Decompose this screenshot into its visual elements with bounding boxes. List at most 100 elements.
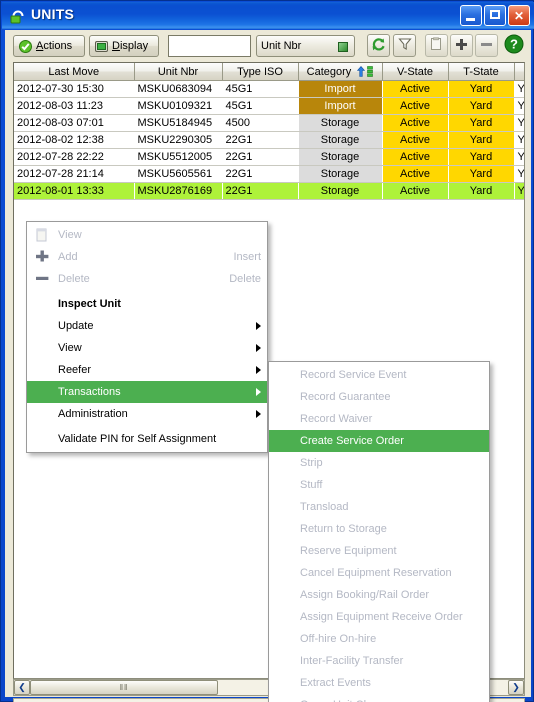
svg-text:?: ? bbox=[510, 37, 518, 52]
cell-v-state[interactable]: Active bbox=[382, 114, 448, 132]
cell-last-move[interactable]: 2012-07-28 22:22 bbox=[14, 148, 134, 166]
cell-category[interactable]: Storage bbox=[298, 148, 382, 166]
submenu-item-label: Create Service Order bbox=[300, 435, 404, 447]
plus-icon bbox=[455, 38, 468, 54]
refresh-icon bbox=[371, 37, 386, 55]
column-header-unit-nbr[interactable]: Unit Nbr bbox=[134, 63, 223, 81]
cell-category[interactable]: Storage bbox=[298, 131, 382, 149]
cell-unit-nbr[interactable]: MSKU5605561 bbox=[134, 165, 222, 183]
cell-category[interactable]: Storage bbox=[298, 165, 382, 183]
cell-extra[interactable]: Y-CY bbox=[514, 182, 524, 200]
menu-item-update[interactable]: Update bbox=[27, 315, 267, 337]
refresh-button[interactable] bbox=[367, 34, 390, 57]
cell-v-state[interactable]: Active bbox=[382, 148, 448, 166]
cell-last-move[interactable]: 2012-07-28 21:14 bbox=[14, 165, 134, 183]
cell-t-state[interactable]: Yard bbox=[448, 97, 514, 115]
table-row[interactable]: 2012-07-30 15:30 MSKU0683094 45G1 Import Act… bbox=[14, 80, 524, 98]
column-header-t-state[interactable]: T-State bbox=[448, 63, 515, 81]
table-row[interactable]: 2012-08-02 12:38 MSKU2290305 22G1 Storage Ac… bbox=[14, 131, 524, 149]
table-row[interactable]: 2012-08-03 11:23 MSKU0109321 45G1 Import Act… bbox=[14, 97, 524, 115]
column-header-extra[interactable] bbox=[514, 63, 524, 81]
cell-type-iso[interactable]: 22G1 bbox=[222, 131, 298, 149]
cell-v-state[interactable]: Active bbox=[382, 97, 448, 115]
menu-item-validate-pin-for-self-assignment[interactable]: Validate PIN for Self Assignment bbox=[27, 428, 267, 450]
menu-item-label: Add bbox=[58, 251, 78, 263]
scrollbar-thumb[interactable]: ‖‖ bbox=[30, 680, 218, 695]
help-button[interactable]: ? bbox=[503, 34, 524, 57]
cell-category[interactable]: Storage bbox=[298, 114, 382, 132]
cell-unit-nbr[interactable]: MSKU2290305 bbox=[134, 131, 222, 149]
table-row[interactable]: 2012-07-28 22:22 MSKU5512005 22G1 Storage Ac… bbox=[14, 148, 524, 166]
column-header-last-move[interactable]: Last Move bbox=[14, 63, 135, 81]
search-input[interactable] bbox=[168, 35, 251, 57]
cell-last-move[interactable]: 2012-07-30 15:30 bbox=[14, 80, 134, 98]
menu-item-view[interactable]: View bbox=[27, 337, 267, 359]
cell-last-move[interactable]: 2012-08-03 11:23 bbox=[14, 97, 134, 115]
actions-button[interactable]: Actions bbox=[13, 35, 85, 57]
chevron-left-icon: ❮ bbox=[18, 682, 26, 692]
submenu-item-create-service-order[interactable]: Create Service Order bbox=[269, 430, 489, 452]
submenu-item-label: Reserve Equipment bbox=[300, 545, 397, 557]
context-menu[interactable]: View Add Insert Delete Delete Inspect Unit Upd… bbox=[26, 221, 268, 453]
cell-v-state[interactable]: Active bbox=[382, 182, 448, 200]
cell-category[interactable]: Import bbox=[298, 80, 382, 98]
column-header-v-state[interactable]: V-State bbox=[382, 63, 449, 81]
filter-field-combo[interactable]: Unit Nbr bbox=[256, 35, 355, 57]
cell-v-state[interactable]: Active bbox=[382, 165, 448, 183]
filter-button[interactable] bbox=[393, 34, 416, 57]
chevron-down-icon bbox=[338, 42, 348, 52]
cell-type-iso[interactable]: 22G1 bbox=[222, 148, 298, 166]
table-row[interactable]: 2012-08-01 13:33 MSKU2876169 22G1 Storage Ac… bbox=[14, 182, 524, 200]
display-button[interactable]: Display bbox=[89, 35, 159, 57]
transactions-submenu[interactable]: Record Service Event Record Guarantee Reco… bbox=[268, 361, 490, 702]
cell-category[interactable]: Storage bbox=[298, 182, 382, 200]
cell-extra[interactable]: Y-CY bbox=[514, 131, 524, 149]
maximize-button[interactable] bbox=[484, 5, 506, 26]
cell-type-iso[interactable]: 45G1 bbox=[222, 80, 298, 98]
cell-last-move[interactable]: 2012-08-02 12:38 bbox=[14, 131, 134, 149]
cell-unit-nbr[interactable]: MSKU0683094 bbox=[134, 80, 222, 98]
cell-t-state[interactable]: Yard bbox=[448, 182, 514, 200]
cell-type-iso[interactable]: 22G1 bbox=[222, 165, 298, 183]
menu-item-administration[interactable]: Administration bbox=[27, 403, 267, 425]
table-row[interactable]: 2012-08-03 07:01 MSKU5184945 4500 Storage Ac… bbox=[14, 114, 524, 132]
cell-extra[interactable]: Y-CY bbox=[514, 80, 524, 98]
cell-unit-nbr[interactable]: MSKU5184945 bbox=[134, 114, 222, 132]
submenu-item-assign-equipment-receive-order: Assign Equipment Receive Order bbox=[269, 606, 489, 628]
column-header-category[interactable]: Category bbox=[298, 63, 383, 81]
cell-extra[interactable]: Y-CY bbox=[514, 97, 524, 115]
cell-v-state[interactable]: Active bbox=[382, 80, 448, 98]
cell-t-state[interactable]: Yard bbox=[448, 114, 514, 132]
cell-extra[interactable]: Y-CY bbox=[514, 165, 524, 183]
cell-category[interactable]: Import bbox=[298, 97, 382, 115]
close-button[interactable]: ✕ bbox=[508, 5, 530, 26]
remove-button[interactable] bbox=[475, 34, 498, 57]
cell-unit-nbr[interactable]: MSKU0109321 bbox=[134, 97, 222, 115]
menu-item-inspect-unit[interactable]: Inspect Unit bbox=[27, 293, 267, 315]
add-button[interactable] bbox=[450, 34, 473, 57]
cell-unit-nbr[interactable]: MSKU2876169 bbox=[134, 182, 222, 200]
copy-button[interactable] bbox=[425, 34, 448, 57]
table-row[interactable]: 2012-07-28 21:14 MSKU5605561 22G1 Storage Ac… bbox=[14, 165, 524, 183]
cell-extra[interactable]: Y-CY bbox=[514, 114, 524, 132]
column-header-type-iso[interactable]: Type ISO bbox=[222, 63, 299, 81]
menu-item-label: Update bbox=[58, 320, 94, 332]
cell-v-state[interactable]: Active bbox=[382, 131, 448, 149]
help-icon: ? bbox=[504, 34, 524, 57]
cell-t-state[interactable]: Yard bbox=[448, 148, 514, 166]
cell-t-state[interactable]: Yard bbox=[448, 131, 514, 149]
cell-t-state[interactable]: Yard bbox=[448, 165, 514, 183]
cell-t-state[interactable]: Yard bbox=[448, 80, 514, 98]
cell-type-iso[interactable]: 45G1 bbox=[222, 97, 298, 115]
cell-type-iso[interactable]: 22G1 bbox=[222, 182, 298, 200]
cell-extra[interactable]: Y-CY bbox=[514, 148, 524, 166]
cell-last-move[interactable]: 2012-08-01 13:33 bbox=[14, 182, 134, 200]
minimize-button[interactable] bbox=[460, 5, 482, 26]
cell-last-move[interactable]: 2012-08-03 07:01 bbox=[14, 114, 134, 132]
cell-type-iso[interactable]: 4500 bbox=[222, 114, 298, 132]
scroll-left-button[interactable]: ❮ bbox=[14, 680, 30, 695]
menu-item-transactions[interactable]: Transactions bbox=[27, 381, 267, 403]
cell-unit-nbr[interactable]: MSKU5512005 bbox=[134, 148, 222, 166]
menu-item-reefer[interactable]: Reefer bbox=[27, 359, 267, 381]
scroll-right-button[interactable]: ❯ bbox=[508, 680, 524, 695]
